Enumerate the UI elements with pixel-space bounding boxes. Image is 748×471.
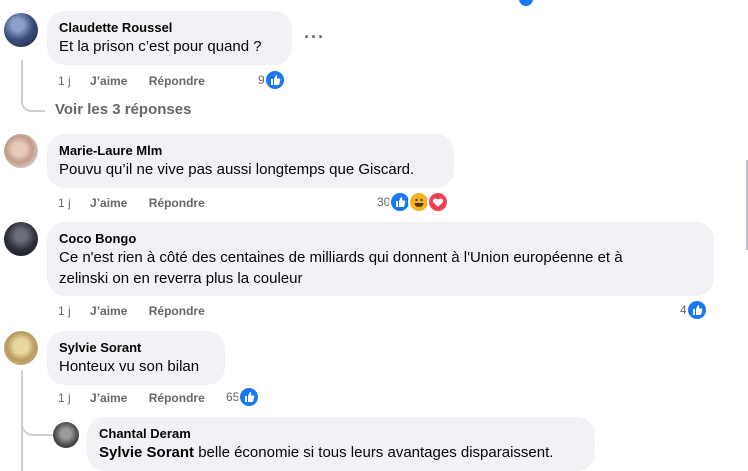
comment-author[interactable]: Chantal Deram bbox=[99, 425, 583, 442]
comment-author[interactable]: Coco Bongo bbox=[59, 230, 702, 247]
like-button[interactable]: J’aime bbox=[90, 196, 127, 210]
reply-bubble: Chantal Deram Sylvie Sorant belle économ… bbox=[87, 417, 595, 471]
timestamp[interactable]: 1 j bbox=[58, 74, 71, 88]
previous-reaction-icon bbox=[519, 0, 533, 6]
comment-text: Et la prison c’est pour quand ? bbox=[59, 38, 262, 55]
thread-connector-curve bbox=[21, 102, 45, 112]
reply-connector-curve bbox=[21, 410, 53, 436]
reaction-count: 30 bbox=[377, 195, 391, 209]
timestamp[interactable]: 1 j bbox=[58, 196, 71, 210]
thread-connector bbox=[21, 60, 23, 104]
reaction-summary[interactable]: 9 bbox=[258, 69, 286, 91]
comment-text: Sylvie Sorant belle économie si tous leu… bbox=[99, 442, 583, 463]
comment-text-line-1: Ce n'est rien à côté des centaines de mi… bbox=[59, 249, 623, 266]
avatar[interactable] bbox=[4, 331, 38, 365]
timestamp[interactable]: 1 j bbox=[58, 304, 71, 318]
avatar[interactable] bbox=[4, 222, 38, 256]
comment-text: Pouvu qu’il ne vive pas aussi longtemps … bbox=[59, 161, 415, 178]
comment-author[interactable]: Marie-Laure Mlm bbox=[59, 142, 442, 159]
comment-bubble: Coco Bongo Ce n'est rien à côté des cent… bbox=[47, 222, 714, 296]
more-options-button[interactable]: ··· bbox=[304, 27, 325, 48]
like-button[interactable]: J’aime bbox=[90, 391, 127, 405]
like-reaction-icon bbox=[263, 69, 286, 91]
comment-bubble: Sylvie Sorant Honteux vu son bilan bbox=[47, 331, 225, 385]
comment-actions: 1 j J’aime Répondre bbox=[58, 196, 205, 210]
see-replies-link[interactable]: Voir les 3 réponses bbox=[55, 101, 191, 118]
like-reaction-icon bbox=[685, 299, 708, 321]
reaction-count: 65 bbox=[226, 390, 240, 404]
love-reaction-icon bbox=[427, 191, 450, 213]
reply-button[interactable]: Répondre bbox=[149, 74, 205, 88]
avatar[interactable] bbox=[4, 13, 38, 47]
reaction-summary[interactable]: 4 bbox=[680, 299, 708, 321]
comment-bubble: Marie-Laure Mlm Pouvu qu’il ne vive pas … bbox=[47, 134, 454, 188]
like-reaction-icon bbox=[238, 386, 261, 408]
avatar[interactable] bbox=[53, 422, 79, 448]
reaction-summary[interactable]: 65 bbox=[226, 386, 261, 408]
comment-actions: 1 j J’aime Répondre bbox=[58, 304, 205, 318]
timestamp[interactable]: 1 j bbox=[58, 391, 71, 405]
reaction-summary[interactable]: 30 bbox=[377, 191, 450, 213]
comment-text-line-2: zelinski on en reverra plus la couleur bbox=[59, 270, 303, 287]
comment-actions: 1 j J’aime Répondre bbox=[58, 391, 205, 405]
mention-link[interactable]: Sylvie Sorant bbox=[99, 444, 194, 461]
reply-text: belle économie si tous leurs avantages d… bbox=[194, 444, 554, 461]
avatar[interactable] bbox=[4, 134, 38, 168]
comment-author[interactable]: Sylvie Sorant bbox=[59, 339, 213, 356]
comment-author[interactable]: Claudette Roussel bbox=[59, 19, 280, 36]
reply-button[interactable]: Répondre bbox=[149, 391, 205, 405]
comment-actions: 1 j J’aime Répondre bbox=[58, 74, 205, 88]
like-button[interactable]: J’aime bbox=[90, 304, 127, 318]
reply-button[interactable]: Répondre bbox=[149, 304, 205, 318]
like-button[interactable]: J’aime bbox=[90, 74, 127, 88]
reply-button[interactable]: Répondre bbox=[149, 196, 205, 210]
comment-bubble: Claudette Roussel Et la prison c’est pou… bbox=[47, 11, 292, 65]
comment-text: Honteux vu son bilan bbox=[59, 358, 200, 375]
